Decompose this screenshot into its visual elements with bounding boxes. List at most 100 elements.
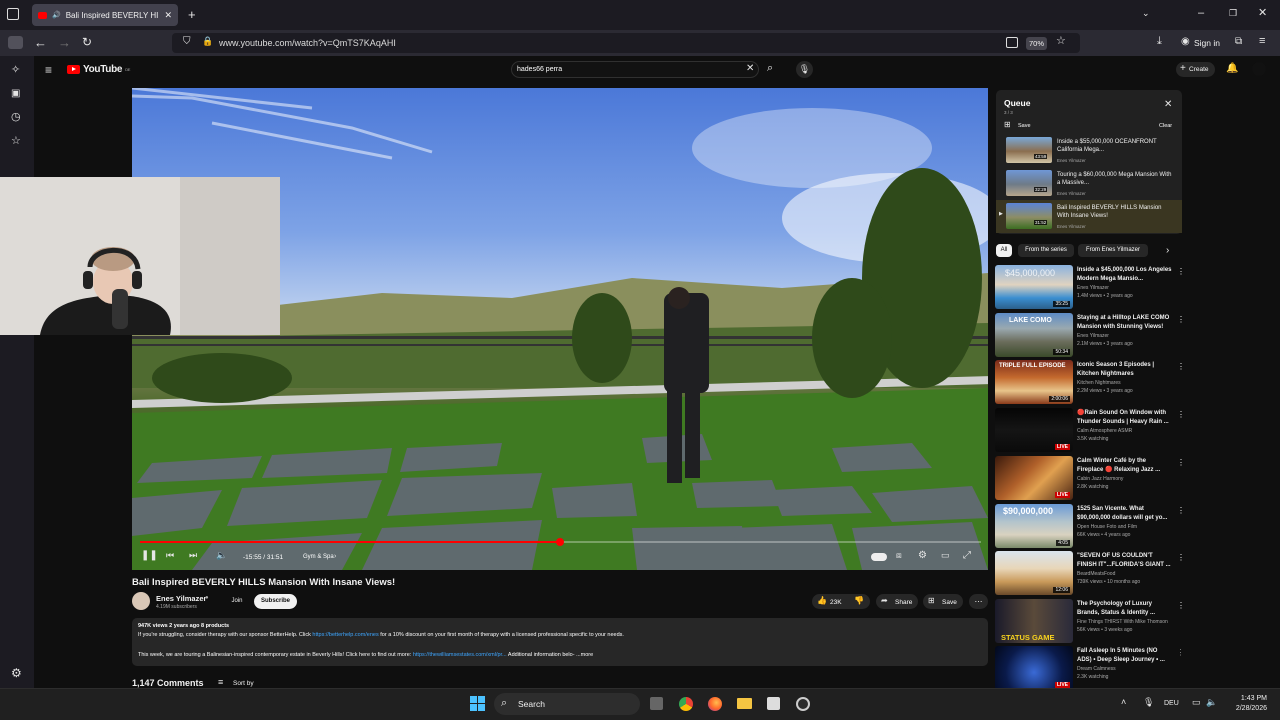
like-count[interactable]: 23K (830, 599, 842, 606)
queue-save-button[interactable]: Save (1018, 123, 1031, 129)
taskbar-search[interactable]: Search (494, 693, 640, 715)
recommendation-item[interactable]: $45,000,000 35:25 Inside a $45,000,000 Lo… (995, 265, 1185, 312)
extensions-icon[interactable]: ⧉ (1235, 37, 1242, 47)
reader-view-icon[interactable] (1006, 37, 1018, 48)
previous-icon[interactable]: ⏮ (166, 551, 174, 560)
like-icon[interactable]: 👍 (817, 597, 827, 605)
network-icon[interactable]: ▭ (1192, 698, 1201, 707)
shield-icon[interactable]: ⛉ (183, 37, 191, 47)
microphone-icon[interactable]: 🎙 (1143, 698, 1154, 707)
queue-item-current[interactable]: ▶ 31:52 Bali Inspired BEVERLY HILLS Mans… (996, 200, 1182, 233)
more-options-icon[interactable]: ⋮ (1177, 410, 1185, 419)
restore-icon[interactable]: ❐ (1229, 9, 1237, 18)
recommendation-item[interactable]: TRIPLE FULL EPISODE 2:00:06 Iconic Season… (995, 360, 1185, 407)
account-icon[interactable]: ◉ (1181, 37, 1190, 47)
sort-by-button[interactable]: Sort by (233, 680, 254, 687)
more-options-icon[interactable]: ⋮ (1177, 506, 1185, 515)
chrome-icon[interactable] (679, 697, 693, 711)
reload-icon[interactable]: ↻ (82, 36, 92, 48)
volume-tray-icon[interactable]: 🔈 (1206, 698, 1217, 707)
more-options-icon[interactable]: ⋮ (1177, 648, 1181, 657)
search-icon[interactable]: ⌕ (767, 63, 773, 74)
next-icon[interactable]: ⏭ (189, 551, 197, 560)
more-options-icon[interactable]: ⋮ (1177, 362, 1185, 371)
youtube-logo[interactable]: YouTube DE (67, 64, 130, 75)
queue-clear-button[interactable]: Clear (1159, 123, 1172, 129)
bookmark-star-icon[interactable]: ☆ (1056, 36, 1066, 47)
forward-icon[interactable]: → (58, 36, 71, 49)
fullscreen-icon[interactable]: ⤢ (963, 551, 971, 561)
sidebar-toggle-icon[interactable] (8, 36, 23, 49)
miniplayer-icon[interactable]: ▭ (941, 551, 950, 560)
chevron-down-icon[interactable]: ⌄ (1142, 9, 1150, 18)
chip-from-the-series[interactable]: From the series (1018, 244, 1074, 257)
notifications-bell-icon[interactable]: 🔔 (1226, 64, 1238, 74)
firefox-icon[interactable] (708, 697, 722, 711)
subscribe-button[interactable]: Subscribe (254, 594, 297, 609)
zoom-level[interactable]: 70% (1026, 37, 1047, 50)
recommendation-item[interactable]: STATUS GAME The Psychology of Luxury Bra… (995, 599, 1185, 646)
channel-name[interactable]: Enes Yilmazer (156, 594, 206, 603)
dislike-icon[interactable]: 👎 (854, 597, 864, 605)
queue-item[interactable]: 32:29 Touring a $60,000,000 Mega Mansion… (996, 169, 1182, 200)
more-options-icon[interactable]: ⋮ (1177, 458, 1185, 467)
seek-handle[interactable] (556, 538, 564, 546)
start-windows-icon[interactable] (470, 696, 485, 711)
store-icon[interactable] (767, 697, 780, 710)
search-input[interactable]: hades66 perra (517, 66, 562, 73)
lock-icon[interactable]: 🔒 (202, 37, 213, 46)
new-tab-icon[interactable]: + (188, 8, 196, 21)
pause-icon[interactable]: ❚❚ (141, 551, 158, 561)
task-view-icon[interactable] (650, 697, 663, 710)
join-button[interactable]: Join (224, 594, 250, 609)
queue-close-icon[interactable]: ✕ (1164, 100, 1172, 110)
language-indicator[interactable]: DEU (1164, 700, 1179, 707)
description-box[interactable]: 947K views 2 years ago 8 products If you… (132, 618, 988, 666)
tab-list-icon[interactable] (7, 8, 19, 20)
channel-avatar[interactable] (132, 592, 150, 610)
recommendation-item[interactable]: LIVE Fall Asleep In 5 Minutes (NO ADS) •… (995, 646, 1181, 688)
queue-save-icon[interactable]: ⊞ (1004, 121, 1011, 129)
clear-search-icon[interactable]: ✕ (746, 64, 754, 74)
history-icon[interactable]: ◷ (11, 112, 21, 123)
more-actions-button[interactable]: ⋯ (969, 594, 988, 609)
tab-active[interactable]: 🔊 Bali Inspired BEVERLY HILLS ✕ (32, 4, 178, 26)
queue-item[interactable]: 43:59 Inside a $55,000,000 OCEANFRONT Ca… (996, 136, 1182, 167)
settings-icon[interactable]: ⚙ (11, 667, 22, 679)
more-options-icon[interactable]: ⋮ (1177, 315, 1185, 324)
recommendation-item[interactable]: 12:06 "SEVEN OF US COULDN'T FINISH IT"..… (995, 551, 1185, 598)
settings-gear-icon[interactable]: ⚙ (918, 551, 927, 561)
close-window-icon[interactable]: ✕ (1258, 8, 1267, 19)
betterhelp-link[interactable]: https://betterhelp.com/enes (312, 632, 378, 638)
bookmarks-icon[interactable]: ☆ (11, 136, 21, 147)
chapter-button[interactable]: Gym & Spa (303, 554, 334, 560)
ai-chat-icon[interactable]: ✧ (11, 65, 20, 76)
obs-icon[interactable] (796, 697, 810, 711)
estate-link[interactable]: https://thewilliamsestates.com/xml/pr... (413, 652, 507, 658)
file-explorer-icon[interactable] (737, 698, 752, 709)
guide-menu-icon[interactable]: ≡ (45, 64, 52, 76)
chip-all[interactable]: All (996, 244, 1012, 257)
menu-icon[interactable]: ≡ (1259, 36, 1265, 47)
tray-chevron-icon[interactable]: ˄ (1121, 698, 1126, 707)
volume-icon[interactable]: 🔈 (216, 551, 227, 560)
more-options-icon[interactable]: ⋮ (1177, 553, 1185, 562)
url-text[interactable]: www.youtube.com/watch?v=QmTS7KAqAHI (219, 38, 396, 48)
autoplay-toggle[interactable] (871, 553, 887, 561)
recommendation-item[interactable]: LAKE COMO 50:34 Staying at a Hilltop LAKE… (995, 313, 1185, 360)
download-icon[interactable]: ⤓ (1157, 36, 1162, 47)
taskbar-clock[interactable]: 1:43 PM 2/28/2026 (1221, 694, 1267, 714)
synced-tabs-icon[interactable]: ▣ (11, 89, 20, 99)
more-options-icon[interactable]: ⋮ (1177, 601, 1185, 610)
minimize-icon[interactable]: – (1198, 8, 1204, 19)
sign-in-button[interactable]: Sign in (1194, 38, 1220, 48)
more-options-icon[interactable]: ⋮ (1177, 267, 1185, 276)
voice-search-icon[interactable]: 🎙 (796, 61, 813, 78)
recommendation-item[interactable]: $90,000,000 4:05 1525 San Vicente. What $… (995, 504, 1185, 551)
subtitles-icon[interactable]: ⧈ (896, 551, 902, 560)
chips-next-icon[interactable]: › (1166, 246, 1169, 256)
sort-icon[interactable]: ≡ (218, 678, 223, 687)
avatar[interactable] (1252, 62, 1266, 76)
chip-from-enes-yilmazer[interactable]: From Enes Yilmazer (1078, 244, 1148, 257)
recommendation-item[interactable]: LIVE Calm Winter Café by the Fireplace 🔴… (995, 456, 1185, 503)
